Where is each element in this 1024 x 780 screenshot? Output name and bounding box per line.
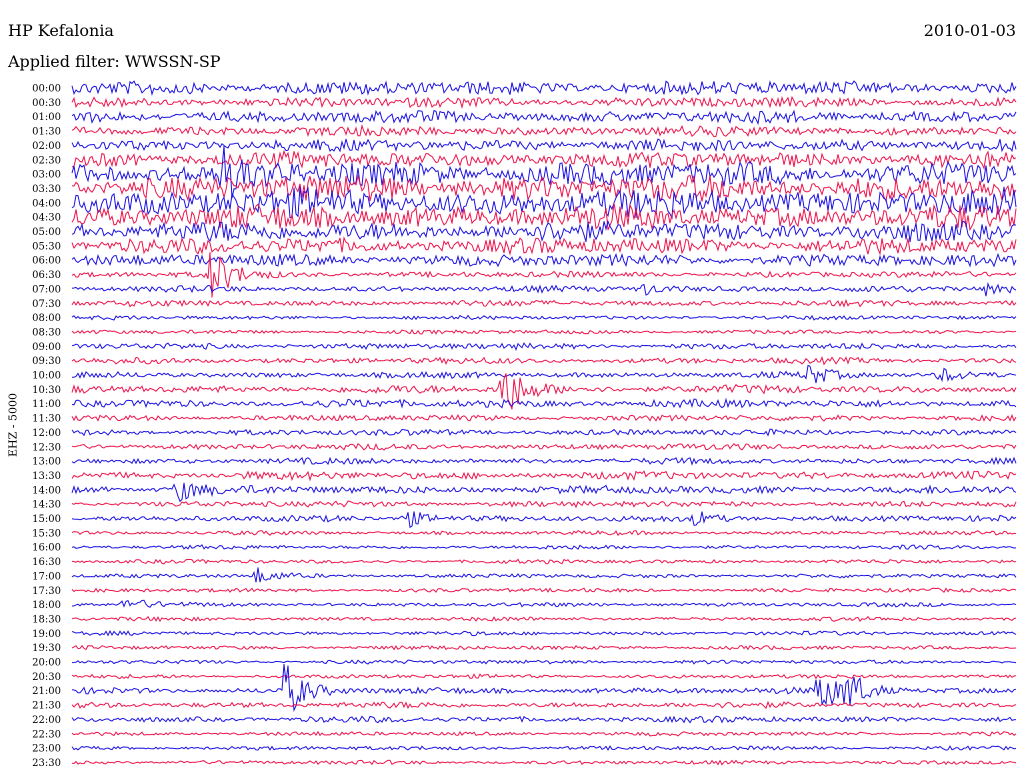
trace-row [71,413,1017,422]
trace-row [72,364,1017,384]
row-label: 12:00 [32,428,61,439]
row-label: 21:30 [32,701,61,712]
trace-row [71,442,1017,451]
trace-row [71,109,1017,126]
row-label: 22:30 [32,729,61,740]
trace-row [71,95,1017,110]
trace-row [71,700,1017,710]
row-label: 03:30 [32,184,61,195]
trace-row [71,500,1017,509]
row-label: 18:30 [32,614,61,625]
row-label: 00:30 [32,98,61,109]
traces [71,80,1017,766]
row-label: 09:30 [32,356,61,367]
row-labels: 00:00 00:30 01:00 01:30 02:00 02:30 03:00 03:30… [32,84,61,769]
trace-row [71,236,1017,256]
trace-row [71,482,1017,503]
trace-row [71,615,1017,623]
row-label: 23:30 [32,758,61,769]
trace-row [71,428,1017,437]
row-label: 15:30 [32,528,61,539]
trace-row [71,252,1017,268]
row-label: 06:00 [32,256,61,267]
trace-row [71,730,1017,737]
trace-row [71,356,1017,366]
row-label: 07:00 [32,284,61,295]
row-label: 14:30 [32,500,61,511]
row-label: 10:00 [32,371,61,382]
trace-row [71,281,1017,297]
trace-row [71,138,1017,153]
trace-row [71,342,1017,351]
row-label: 03:00 [32,170,61,181]
row-label: 13:00 [32,457,61,468]
row-label: 02:00 [32,141,61,152]
trace-row [71,673,1017,680]
trace-row [71,715,1017,724]
trace-row [71,599,1017,608]
row-label: 16:00 [32,543,61,554]
trace-row [71,530,1017,537]
trace-row [71,544,1017,550]
row-label: 04:00 [32,198,61,209]
row-label: 22:00 [32,715,61,726]
trace-row [71,328,1017,335]
row-label: 05:00 [32,227,61,238]
row-label: 13:30 [32,471,61,482]
row-label: 18:00 [32,600,61,611]
trace-row [71,149,1017,171]
row-label: 21:00 [32,686,61,697]
row-label: 05:30 [32,241,61,252]
row-label: 09:00 [32,342,61,353]
trace-row [71,587,1017,593]
row-label: 23:00 [32,744,61,755]
trace-row [71,219,1017,243]
trace-row [71,456,1017,466]
trace-row [71,745,1017,751]
row-label: 02:30 [32,155,61,166]
row-label: 16:30 [32,557,61,568]
row-label: 04:30 [32,213,61,224]
trace-row [71,511,1017,529]
trace-row [71,470,1017,482]
row-label: 17:30 [32,586,61,597]
row-label: 06:30 [32,270,61,281]
row-label: 17:00 [32,571,61,582]
trace-row [71,558,1017,565]
trace-row [71,759,1017,766]
row-label: 10:30 [32,385,61,396]
row-label: 19:30 [32,643,61,654]
trace-row [71,298,1017,308]
row-label: 07:30 [32,299,61,310]
row-label: 00:00 [32,84,61,95]
trace-row [71,397,1017,409]
row-label: 01:00 [32,112,61,123]
row-label: 08:30 [32,327,61,338]
trace-row [71,567,1017,583]
row-label: 01:30 [32,127,61,138]
trace-row [71,644,1017,651]
row-label: 08:00 [32,313,61,324]
row-label: 11:00 [32,399,61,410]
trace-row [71,314,1017,321]
row-label: 20:30 [32,672,61,683]
trace-row [71,145,1017,199]
row-label: 15:00 [32,514,61,525]
trace-row [71,123,1017,138]
trace-row [71,629,1017,637]
row-label: 12:30 [32,442,61,453]
row-label: 20:00 [32,658,61,669]
row-label: 19:00 [32,629,61,640]
trace-row [71,80,1017,96]
row-label: 14:00 [32,485,61,496]
row-label: 11:30 [32,414,61,425]
trace-row [71,659,1017,665]
seismogram-plot: 00:00 00:30 01:00 01:30 02:00 02:30 03:00 03:30… [32,80,1017,769]
